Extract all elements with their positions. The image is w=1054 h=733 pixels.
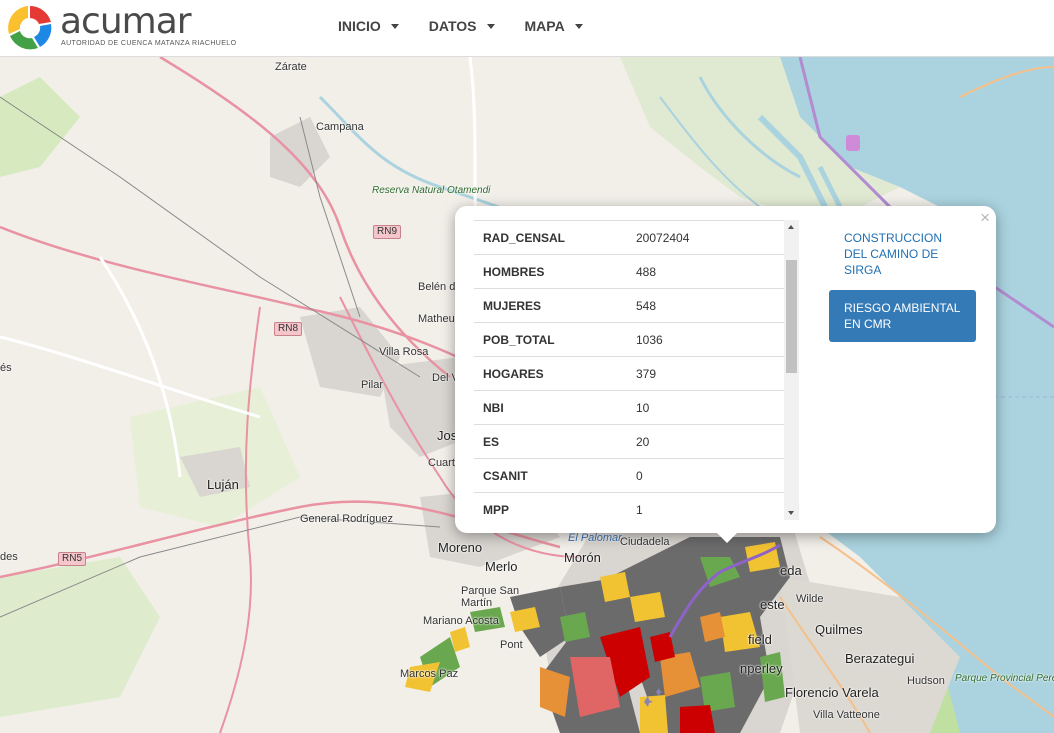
place-label: Luján: [207, 477, 239, 492]
place-label: Mariano Acosta: [423, 615, 499, 627]
place-label: Pont: [500, 639, 523, 651]
place-label: des: [0, 551, 18, 563]
place-label: este: [760, 597, 785, 612]
route-shield: RN9: [373, 225, 402, 239]
caret-down-icon: [574, 23, 583, 29]
place-label: Zárate: [275, 61, 307, 73]
nav-inicio-dropdown[interactable]: INICIO: [338, 18, 399, 34]
attribute-key: ES: [483, 434, 500, 449]
place-label: eda: [780, 563, 802, 578]
place-label: Matheu: [418, 313, 455, 325]
popup-pointer: [717, 533, 737, 543]
place-label: field: [748, 632, 772, 647]
table-row: CSANIT 0: [474, 458, 784, 493]
nav-datos-dropdown[interactable]: DATOS: [429, 18, 495, 34]
place-label: és: [0, 362, 12, 374]
place-label: Wilde: [796, 593, 824, 605]
table-row: MPP 1: [474, 492, 784, 521]
attribute-value: 20: [636, 434, 650, 449]
attribute-value: 1036: [636, 332, 663, 347]
nav-datos-label: DATOS: [428, 18, 477, 34]
place-label: Hudson: [907, 675, 945, 687]
scroll-down-arrow-icon[interactable]: [788, 511, 794, 515]
main-nav: INICIO DATOS MAPA: [338, 18, 613, 34]
place-label: Quilmes: [815, 622, 863, 637]
place-label: Merlo: [485, 559, 518, 574]
place-label: Campana: [316, 121, 364, 133]
place-label: Parque San Martín: [461, 585, 520, 609]
place-label: Berazategui: [845, 651, 915, 666]
table-row: MUJERES 548: [474, 288, 784, 323]
attribute-key: MUJERES: [483, 298, 542, 313]
attribute-value: 548: [636, 298, 657, 313]
attribute-key: HOGARES: [483, 366, 544, 381]
nav-mapa-dropdown[interactable]: MAPA: [525, 18, 583, 34]
park-label: Reserva Natural Otamendi: [372, 185, 490, 196]
attribute-value: 10: [636, 400, 650, 415]
attribute-key: CSANIT: [483, 468, 528, 483]
route-shield: RN5: [58, 552, 87, 566]
top-navbar: acumar AUTORIDAD DE CUENCA MATANZA RIACH…: [0, 0, 1054, 57]
place-label: El Palomar: [568, 532, 622, 544]
table-scrollbar[interactable]: [784, 220, 799, 520]
attribute-value: 20072404: [636, 230, 690, 245]
attribute-key: POB_TOTAL: [483, 332, 555, 347]
attribute-value: 488: [636, 264, 657, 279]
acumar-logo[interactable]: acumar AUTORIDAD DE CUENCA MATANZA RIACH…: [4, 1, 237, 52]
place-label: Morón: [564, 550, 601, 565]
place-label: Moreno: [438, 540, 483, 555]
place-label: Ciudadela: [620, 536, 670, 548]
table-row: POB_TOTAL 1036: [474, 322, 784, 357]
table-row: ES 20: [474, 424, 784, 459]
camino-de-sirga-link[interactable]: CONSTRUCCION DEL CAMINO DE SIRGA: [844, 230, 954, 278]
attribute-value: 0: [636, 468, 643, 483]
park-label: Parque Provincial Pereyra Iraola: [955, 673, 1054, 684]
place-label: Villa Rosa: [379, 346, 429, 358]
table-row: HOMBRES 488: [474, 254, 784, 289]
nav-inicio-label: INICIO: [338, 18, 381, 34]
table-row: HOGARES 379: [474, 356, 784, 391]
attributes-table-container[interactable]: RAD_CENSAL 20072404 HOMBRES 488 MUJERES …: [474, 220, 799, 520]
attribute-value: 1: [636, 502, 643, 517]
attributes-table: RAD_CENSAL 20072404 HOMBRES 488 MUJERES …: [474, 220, 784, 520]
scrollbar-thumb[interactable]: [786, 260, 797, 373]
logo-wordmark: acumar: [60, 1, 192, 42]
caret-down-icon: [390, 23, 399, 29]
nav-mapa-label: MAPA: [524, 18, 565, 34]
place-label: Marcos Paz: [400, 668, 459, 680]
table-row: NBI 10: [474, 390, 784, 425]
logo-subtitle: AUTORIDAD DE CUENCA MATANZA RIACHUELO: [61, 40, 237, 47]
attribute-key: HOMBRES: [483, 264, 545, 279]
acumar-logo-icon: [8, 6, 52, 50]
place-label: Florencio Varela: [785, 685, 879, 700]
close-icon[interactable]: ×: [980, 208, 990, 228]
riesgo-ambiental-button[interactable]: RIESGO AMBIENTAL EN CMR: [829, 290, 976, 342]
attribute-key: RAD_CENSAL: [483, 230, 566, 245]
attribute-value: 379: [636, 366, 657, 381]
place-label: General Rodríguez: [300, 513, 393, 525]
caret-down-icon: [486, 23, 495, 29]
attribute-key: MPP: [483, 502, 510, 517]
attribute-key: NBI: [483, 400, 504, 415]
place-label: nperley: [740, 661, 783, 676]
feature-popup: × RAD_CENSAL 20072404 HOMBRES 488 MUJERE…: [455, 206, 996, 543]
place-label: Villa Vatteone: [813, 709, 880, 721]
scroll-up-arrow-icon[interactable]: [788, 225, 794, 229]
table-row: RAD_CENSAL 20072404: [474, 220, 784, 255]
route-shield: RN8: [274, 322, 303, 336]
place-label: Pilar: [361, 379, 384, 391]
